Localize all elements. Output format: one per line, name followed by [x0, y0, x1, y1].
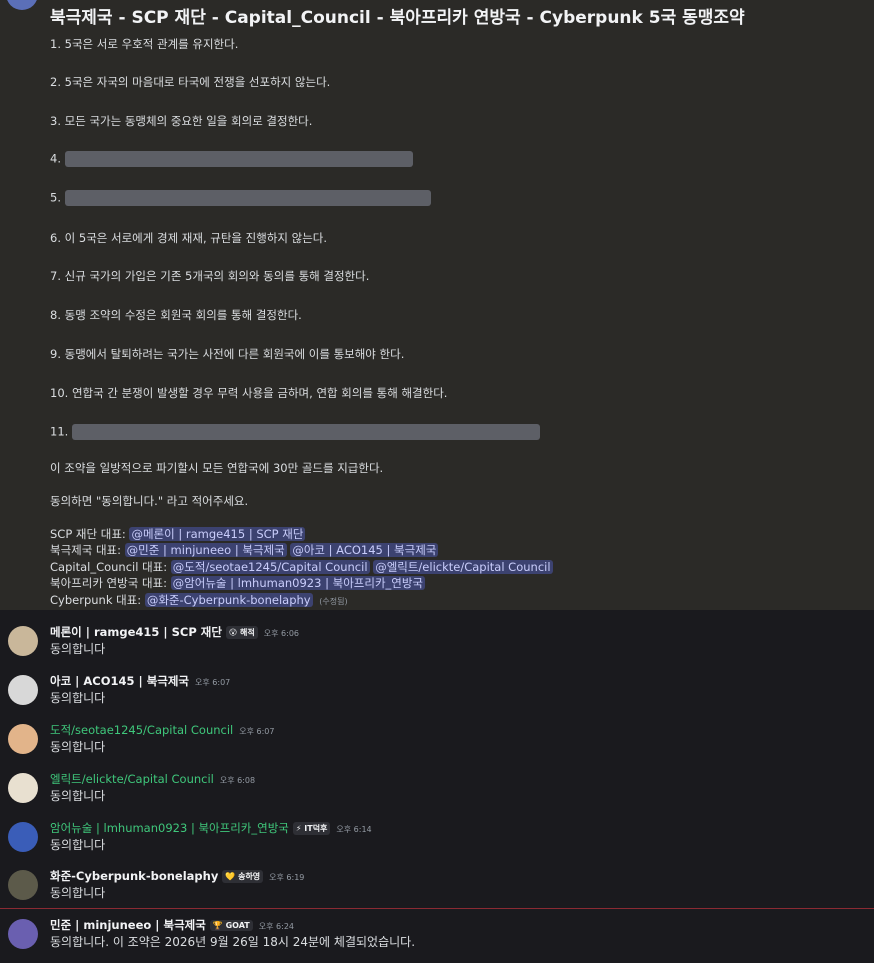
- username[interactable]: 아코 | ACO145 | 북극제국 오후 6:07: [50, 673, 230, 689]
- chat-message: 도적/seotae1245/Capital Council 오후 6:07 동의합…: [0, 722, 874, 768]
- user-avatar[interactable]: [8, 626, 38, 656]
- user-avatar[interactable]: [8, 822, 38, 852]
- timestamp: 오후 6:14: [336, 825, 372, 834]
- rule-item: 2. 5국은 자국의 마음대로 타국에 전쟁을 선포하지 않는다.: [50, 75, 331, 89]
- chat-message: 엘릭트/elickte/Capital Council 오후 6:08 동의합니다: [0, 771, 874, 817]
- spoiler-redacted[interactable]: [64, 151, 413, 167]
- representative-line: Capital_Council 대표: @도적/seotae1245/Capit…: [50, 560, 553, 574]
- representative-line: 북극제국 대표: @민준 | minjuneeo | 북극제국 @아코 | AC…: [50, 543, 439, 557]
- username[interactable]: 화준-Cyberpunk-bonelaphy 💛 송하영 오후 6:19: [50, 868, 304, 884]
- user-mention[interactable]: @민준 | minjuneeo | 북극제국: [124, 543, 287, 557]
- edited-tag: (수정됨): [319, 597, 348, 606]
- user-avatar[interactable]: [8, 870, 38, 900]
- role-badge: 💛 송하영: [222, 870, 264, 883]
- user-mention[interactable]: @암어뉴술 | lmhuman0923 | 북아프리카_연방국: [170, 576, 426, 590]
- username[interactable]: 암어뉴술 | lmhuman0923 | 북아프리카_연방국 ⚡ IT덕후 오후 6…: [50, 820, 372, 836]
- rule-item: 10. 연합국 간 분쟁이 발생할 경우 무력 사용을 금하며, 연합 회의를 …: [50, 386, 448, 400]
- message-text: 동의합니다: [50, 691, 106, 705]
- consent-instruction: 동의하면 "동의합니다." 라고 적어주세요.: [50, 494, 249, 508]
- role-badge: ⚡ IT덕후: [292, 822, 331, 835]
- user-avatar[interactable]: [8, 773, 38, 803]
- message-text: 동의합니다: [50, 740, 106, 754]
- rule-item: 11.: [50, 424, 541, 440]
- message-text: 동의합니다: [50, 642, 106, 656]
- user-mention[interactable]: @아코 | ACO145 | 북극제국: [290, 543, 439, 557]
- user-mention[interactable]: @도적/seotae1245/Capital Council: [170, 560, 370, 574]
- rule-item: 8. 동맹 조약의 수정은 회원국 회의를 통해 결정한다.: [50, 308, 302, 322]
- user-avatar[interactable]: [8, 724, 38, 754]
- representative-line: Cyberpunk 대표: @화준-Cyberpunk-bonelaphy (수…: [50, 593, 348, 607]
- message-text: 동의합니다: [50, 886, 106, 900]
- role-badge: 🏆 GOAT: [209, 920, 253, 931]
- timestamp: 오후 6:19: [269, 873, 305, 882]
- timestamp: 오후 6:07: [195, 678, 231, 687]
- message-text: 동의합니다: [50, 789, 106, 803]
- username[interactable]: 민준 | minjuneeo | 북극제국 🏆 GOAT 오후 6:24: [50, 917, 294, 933]
- username[interactable]: 도적/seotae1245/Capital Council 오후 6:07: [50, 722, 274, 738]
- rule-item: 3. 모든 국가는 동맹체의 중요한 일을 회의로 결정한다.: [50, 114, 313, 128]
- treaty-title: 북극제국 - SCP 재단 - Capital_Council - 북아프리카 …: [50, 8, 745, 28]
- spoiler-redacted[interactable]: [64, 190, 431, 206]
- timestamp: 오후 6:08: [219, 776, 256, 785]
- penalty-text: 이 조약을 일방적으로 파기할시 모든 연합국에 30만 골드를 지급한다.: [50, 461, 384, 475]
- user-mention[interactable]: @메론이 | ramge415 | SCP 재단: [129, 527, 306, 541]
- username[interactable]: 엘릭트/elickte/Capital Council 오후 6:08: [50, 771, 255, 787]
- new-messages-divider: [0, 908, 874, 909]
- chat-message: 민준 | minjuneeo | 북극제국 🏆 GOAT 오후 6:24 동의합니다…: [0, 917, 874, 963]
- representative-line: SCP 재단 대표: @메론이 | ramge415 | SCP 재단: [50, 527, 306, 541]
- chat-message: 메론이 | ramge415 | SCP 재단 😮 해적 오후 6:06 동의합니다: [0, 624, 874, 670]
- rule-item: 7. 신규 국가의 가입은 기존 5개국의 회의와 동의를 통해 결정한다.: [50, 269, 370, 283]
- message-text: 동의합니다: [50, 838, 106, 852]
- user-avatar[interactable]: [8, 919, 38, 949]
- user-avatar[interactable]: [8, 675, 38, 705]
- message-text: 동의합니다. 이 조약은 2026년 9월 26일 18시 24분에 체결되었습…: [50, 935, 416, 949]
- username[interactable]: 메론이 | ramge415 | SCP 재단 😮 해적 오후 6:06: [50, 624, 299, 640]
- chat-message: 아코 | ACO145 | 북극제국 오후 6:07 동의합니다: [0, 673, 874, 719]
- rule-item: 9. 동맹에서 탈퇴하려는 국가는 사전에 다른 회원국에 이를 통보해야 한다…: [50, 347, 405, 361]
- author-avatar[interactable]: [6, 0, 38, 10]
- user-mention[interactable]: @화준-Cyberpunk-bonelaphy: [144, 593, 313, 607]
- rule-item: 4.: [50, 151, 413, 167]
- rule-item: 6. 이 5국은 서로에게 경제 재재, 규탄을 진행하지 않는다.: [50, 231, 328, 245]
- spoiler-redacted[interactable]: [72, 424, 541, 440]
- timestamp: 오후 6:06: [263, 629, 300, 638]
- rule-item: 5.: [50, 190, 431, 206]
- rule-item: 1. 5국은 서로 우호적 관계를 유지한다.: [50, 37, 239, 51]
- pinned-message: 북극제국 - SCP 재단 - Capital_Council - 북아프리카 …: [0, 0, 874, 610]
- timestamp: 오후 6:24: [258, 922, 294, 931]
- timestamp: 오후 6:07: [239, 727, 275, 736]
- representative-line: 북아프리카 연방국 대표: @암어뉴술 | lmhuman0923 | 북아프리…: [50, 576, 426, 590]
- role-badge: 😮 해적: [225, 626, 258, 639]
- user-mention[interactable]: @엘릭트/elickte/Capital Council: [373, 560, 553, 574]
- chat-message: 암어뉴술 | lmhuman0923 | 북아프리카_연방국 ⚡ IT덕후 오후 6…: [0, 820, 874, 866]
